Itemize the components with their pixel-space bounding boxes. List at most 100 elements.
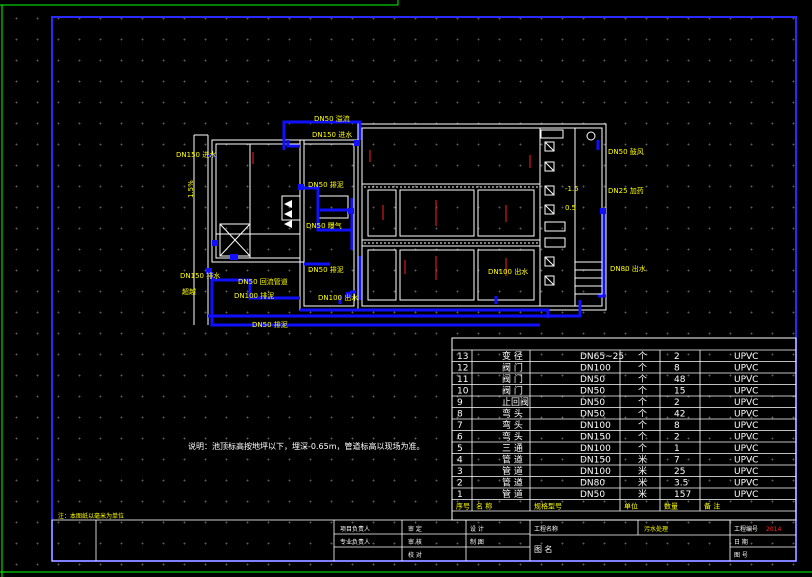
table-cell-spec: DN100 (580, 364, 611, 374)
label-dn150-lower: DN150 排水 (180, 271, 220, 280)
table-cell-no: 3 (457, 467, 463, 477)
blower-arrows (284, 200, 292, 228)
table-header-qty: 数量 (664, 502, 678, 511)
label-slope: 1.5% (187, 180, 195, 198)
table-cell-unit: 个 (638, 432, 647, 443)
table-cell-spec: DN50 (580, 410, 605, 420)
table-cell-name: 弯 头 (502, 419, 523, 431)
label-dn50-r1: DN50 曝气 (306, 221, 342, 230)
table-cell-spec: DN50 (580, 375, 605, 385)
tb-approve: 审 定 (408, 525, 422, 533)
table-cell-no: 9 (457, 398, 463, 408)
table-cell-note: UPVC (734, 479, 758, 489)
table-cell-qty: 2 (674, 398, 680, 408)
table-cell-no: 5 (457, 444, 463, 454)
label-dn50-lower: DN50 回流管道 (238, 277, 288, 286)
table-cell-no: 13 (457, 352, 468, 362)
table-cell-name: 管 道 (502, 477, 523, 489)
label-dn50-right1: DN50 鼓风 (608, 147, 644, 156)
table-cell-qty: 42 (674, 410, 685, 420)
label-dn100-lower: DN100 出水 (318, 293, 358, 302)
table-cell-note: UPVC (734, 433, 758, 443)
table-cell-unit: 米 (638, 477, 647, 489)
label-dn25-right: DN25 加药 (608, 186, 644, 195)
table-cell-unit: 个 (638, 409, 647, 420)
table-cell-spec: DN150 (580, 456, 611, 466)
table-header-name: 名 称 (476, 502, 492, 511)
label-dn150-left: DN150 进水 (176, 150, 216, 159)
table-cell-name: 弯 头 (502, 408, 523, 420)
table-cell-name: 阀 门 (502, 385, 523, 397)
table-cell-unit: 个 (638, 397, 647, 408)
table-cell-spec: DN50 (580, 398, 605, 408)
label-dn50-mid2: DN50 排泥 (308, 265, 344, 274)
label-level2: 0.5 (565, 204, 576, 212)
table-cell-no: 1 (457, 490, 463, 500)
table-cell-qty: 8 (674, 364, 680, 374)
table-cell-name: 管 道 (502, 488, 523, 500)
cad-canvas: DN50 溢流 DN150 进水 DN150 进水 1.5% DN50 排泥 D… (0, 0, 812, 577)
table-cell-name: 三 通 (502, 443, 523, 454)
label-dn50-mid: DN50 排泥 (308, 180, 344, 189)
table-cell-note: UPVC (734, 387, 758, 397)
table-cell-unit: 个 (638, 443, 647, 454)
table-cell-note: UPVC (734, 490, 758, 500)
table-cell-qty: 157 (674, 490, 691, 500)
table-cell-no: 7 (457, 421, 463, 431)
table-cell-note: UPVC (734, 410, 758, 420)
table-cell-qty: 15 (674, 387, 685, 397)
tb-specialty-lead: 专业负责人 (340, 538, 370, 546)
table-header-spec: 规格型号 (534, 502, 562, 511)
tb-project-name-label: 工程名称 (534, 525, 558, 533)
label-dn100-right: DN100 出水 (488, 267, 528, 276)
label-dn50-bottom: DN50 排泥 (252, 320, 288, 329)
table-cell-no: 6 (457, 433, 463, 443)
table-header-unit: 单位 (624, 502, 638, 511)
red-markers (252, 150, 531, 280)
table-cell-name: 管 道 (502, 465, 523, 477)
table-header-note: 备 注 (704, 502, 720, 511)
table-cell-qty: 8 (674, 421, 680, 431)
label-dn50-top: DN50 溢流 (314, 114, 350, 123)
label-dn80-right: DN80 出水 (610, 264, 646, 273)
table-cell-note: UPVC (734, 444, 758, 454)
table-cell-unit: 个 (638, 351, 647, 362)
table-cell-note: UPVC (734, 375, 758, 385)
table-header-no: 序号 (456, 502, 470, 511)
table-cell-unit: 米 (638, 454, 647, 466)
table-cell-qty: 3.5 (674, 479, 688, 489)
table-cell-name: 止回阀 (502, 396, 529, 408)
table-cell-note: UPVC (734, 352, 758, 362)
table-cell-spec: DN100 (580, 467, 611, 477)
label-level1: -1.5 (565, 185, 579, 193)
tb-check: 校 对 (408, 551, 422, 559)
table-cell-qty: 48 (674, 375, 686, 385)
table-cell-spec: DN50 (580, 387, 605, 397)
table-cell-note: UPVC (734, 364, 758, 374)
table-cell-unit: 个 (638, 420, 647, 431)
table-cell-note: UPVC (734, 421, 758, 431)
table-cell-note: UPVC (734, 398, 758, 408)
table-cell-no: 11 (457, 375, 468, 385)
tb-review: 审 核 (408, 538, 422, 546)
table-cell-spec: DN50 (580, 490, 605, 500)
table-cell-name: 管 道 (502, 454, 523, 466)
table-cell-no: 12 (457, 364, 468, 374)
label-dn100-bottom: DN100 排泥 (234, 291, 274, 300)
tb-project-lead: 项目负责人 (340, 525, 370, 533)
table-cell-qty: 25 (674, 467, 685, 477)
tb-sheet-no-label: 图 号 (734, 552, 748, 559)
materials-table: 13 变 径 DN65~25 个 2 UPVC12 阀 门 DN100 个 8 UPVC11 阀 门D… (451, 337, 797, 521)
label-overflow: 超越 (182, 287, 196, 296)
table-cell-name: 变 径 (502, 350, 523, 362)
table-cell-no: 8 (457, 410, 463, 420)
table-cell-no: 2 (457, 479, 463, 489)
label-dn150-top: DN150 进水 (312, 130, 352, 139)
table-cell-spec: DN80 (580, 479, 605, 489)
table-cell-qty: 2 (674, 352, 680, 362)
tb-draw: 制 图 (470, 538, 484, 546)
tb-project-name-value: 污水处理 (644, 525, 668, 533)
table-cell-note: UPVC (734, 467, 758, 477)
piping-drawing: DN50 溢流 DN150 进水 DN150 进水 1.5% DN50 排泥 D… (0, 0, 812, 577)
tb-drawing-title: 图 名 (534, 544, 553, 554)
